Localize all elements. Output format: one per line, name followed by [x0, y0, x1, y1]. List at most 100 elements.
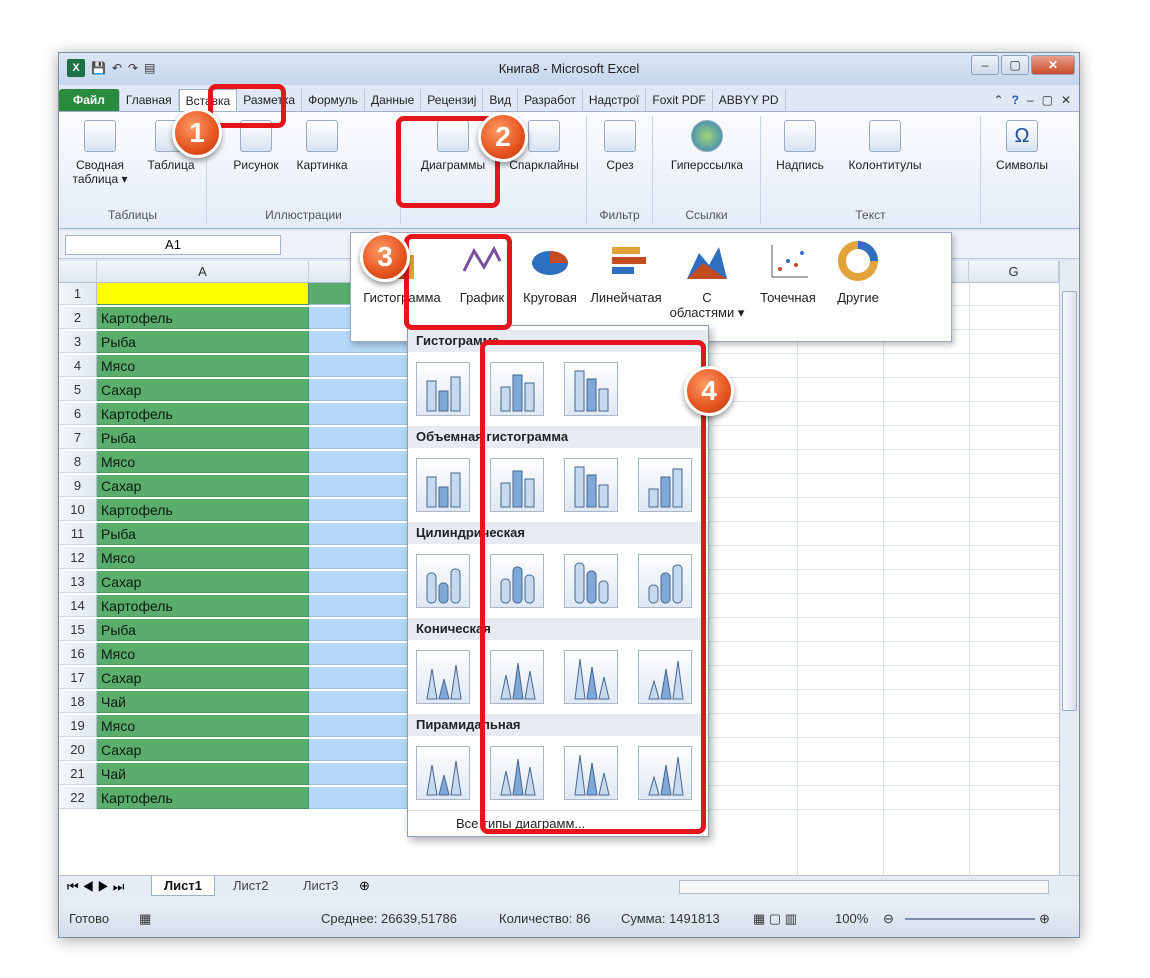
header-footer-button[interactable]: Колонтитулы — [835, 120, 935, 172]
cell-a[interactable]: Картофель — [97, 403, 309, 425]
row-header[interactable]: 22 — [59, 787, 97, 809]
column-2d-variant-1[interactable] — [416, 362, 470, 416]
clipart-button[interactable]: Картинка — [287, 120, 357, 172]
row-header[interactable]: 18 — [59, 691, 97, 713]
row-header[interactable]: 20 — [59, 739, 97, 761]
zoom-out-button[interactable]: ⊖ — [883, 911, 894, 927]
macro-record-icon[interactable]: ▦ — [139, 911, 151, 927]
cell-a[interactable]: Сахар — [97, 475, 309, 497]
cell-a[interactable]: Сахар — [97, 667, 309, 689]
column-3d-variant-1[interactable] — [416, 458, 470, 512]
scroll-thumb[interactable] — [1062, 291, 1077, 711]
row-header[interactable]: 17 — [59, 667, 97, 689]
tab-developer[interactable]: Разработ — [518, 89, 583, 111]
tab-data[interactable]: Данные — [365, 89, 422, 111]
row-header[interactable]: 5 — [59, 379, 97, 401]
row-header[interactable]: 19 — [59, 715, 97, 737]
pivot-table-button[interactable]: Сводная таблица ▾ — [63, 120, 137, 186]
cone-thumbnail-icon — [426, 664, 462, 700]
row-header[interactable]: 11 — [59, 523, 97, 545]
doc-restore-icon[interactable]: ▢ — [1042, 93, 1053, 107]
tab-addins[interactable]: Надстрої — [583, 89, 647, 111]
cone-variant-1[interactable] — [416, 650, 470, 704]
tab-review[interactable]: Рецензиj — [421, 89, 484, 111]
view-buttons[interactable]: ▦ ▢ ▥ — [753, 911, 797, 927]
close-button[interactable]: ✕ — [1031, 55, 1075, 75]
row-header[interactable]: 3 — [59, 331, 97, 353]
sheet-tab-3[interactable]: Лист3 — [291, 876, 350, 896]
pie-chart-button[interactable]: Круговая — [513, 241, 587, 305]
scatter-chart-button[interactable]: Точечная — [749, 241, 827, 305]
cell-a[interactable]: Сахар — [97, 571, 309, 593]
sheet-tab-2[interactable]: Лист2 — [221, 876, 280, 896]
cell-a[interactable]: Картофель — [97, 307, 309, 329]
row-header[interactable]: 13 — [59, 571, 97, 593]
textbox-button[interactable]: Надпись — [767, 120, 833, 172]
cell-a[interactable]: Картофель — [97, 595, 309, 617]
cell-a[interactable]: Чай — [97, 691, 309, 713]
cell-a[interactable]: Сахар — [97, 379, 309, 401]
row-header[interactable]: 15 — [59, 619, 97, 641]
cell-a[interactable]: Картофель — [97, 499, 309, 521]
vertical-scrollbar[interactable] — [1059, 261, 1079, 875]
tab-formulas[interactable]: Формуль — [302, 89, 365, 111]
cell-a[interactable]: Рыба — [97, 523, 309, 545]
zoom-slider[interactable] — [905, 918, 1035, 920]
row-header[interactable]: 8 — [59, 451, 97, 473]
cell-a[interactable]: Мясо — [97, 547, 309, 569]
bar-chart-button[interactable]: Линейчатая — [587, 241, 665, 305]
cell-a[interactable]: Рыба — [97, 427, 309, 449]
tab-abbyy[interactable]: ABBYY PD — [713, 89, 786, 111]
maximize-button[interactable]: ▢ — [1001, 55, 1029, 75]
tab-home[interactable]: Главная — [120, 89, 179, 111]
cell-a[interactable]: Рыба — [97, 331, 309, 353]
row-header[interactable]: 21 — [59, 763, 97, 785]
row-header[interactable]: 1 — [59, 283, 97, 305]
cell-a[interactable] — [97, 283, 309, 305]
doc-close-icon[interactable]: ✕ — [1061, 93, 1071, 107]
doc-minimize-icon[interactable]: – — [1027, 93, 1034, 107]
minimize-button[interactable]: – — [971, 55, 999, 75]
cell-a[interactable]: Чай — [97, 763, 309, 785]
row-header[interactable]: 4 — [59, 355, 97, 377]
select-all-corner[interactable] — [59, 261, 97, 283]
row-header[interactable]: 16 — [59, 643, 97, 665]
column-header-g[interactable]: G — [969, 261, 1059, 283]
sheet-nav-icons[interactable]: ⏮ ◀ ▶ ⏭ — [67, 879, 124, 895]
symbols-button[interactable]: Ω Символы — [987, 120, 1057, 172]
cell-a[interactable]: Мясо — [97, 643, 309, 665]
other-charts-button[interactable]: Другие — [827, 241, 889, 305]
minimize-ribbon-icon[interactable]: ⌃ — [994, 93, 1004, 107]
insert-sheet-icon[interactable]: ⊕ — [359, 878, 370, 894]
cell-a[interactable]: Сахар — [97, 739, 309, 761]
zoom-level[interactable]: 100% — [835, 911, 868, 926]
column-3d-thumbnail-icon — [426, 472, 461, 508]
cell-a[interactable]: Мясо — [97, 355, 309, 377]
hyperlink-button[interactable]: Гиперссылка — [657, 120, 757, 172]
column-header-a[interactable]: A — [97, 261, 309, 283]
group-filter: Срез Фильтр — [587, 116, 653, 224]
cell-a[interactable]: Мясо — [97, 715, 309, 737]
tab-foxit[interactable]: Foxit PDF — [646, 89, 713, 111]
row-header[interactable]: 10 — [59, 499, 97, 521]
cell-a[interactable]: Картофель — [97, 787, 309, 809]
cell-a[interactable]: Мясо — [97, 451, 309, 473]
row-header[interactable]: 9 — [59, 475, 97, 497]
row-header[interactable]: 6 — [59, 403, 97, 425]
slicer-button[interactable]: Срез — [593, 120, 647, 172]
row-header[interactable]: 14 — [59, 595, 97, 617]
name-box[interactable]: A1 — [65, 235, 281, 255]
row-header[interactable]: 7 — [59, 427, 97, 449]
area-chart-button[interactable]: С областями ▾ — [669, 241, 745, 321]
tab-view[interactable]: Вид — [483, 89, 519, 111]
cell-a[interactable]: Рыба — [97, 619, 309, 641]
horizontal-scrollbar[interactable] — [679, 880, 1049, 894]
pyramid-variant-1[interactable] — [416, 746, 470, 800]
help-icon[interactable]: ? — [1012, 93, 1019, 107]
tab-file[interactable]: Файл — [59, 89, 120, 111]
zoom-in-button[interactable]: ⊕ — [1039, 911, 1050, 927]
cylinder-variant-1[interactable] — [416, 554, 470, 608]
row-header[interactable]: 12 — [59, 547, 97, 569]
sheet-tab-1[interactable]: Лист1 — [151, 876, 215, 896]
row-header[interactable]: 2 — [59, 307, 97, 329]
